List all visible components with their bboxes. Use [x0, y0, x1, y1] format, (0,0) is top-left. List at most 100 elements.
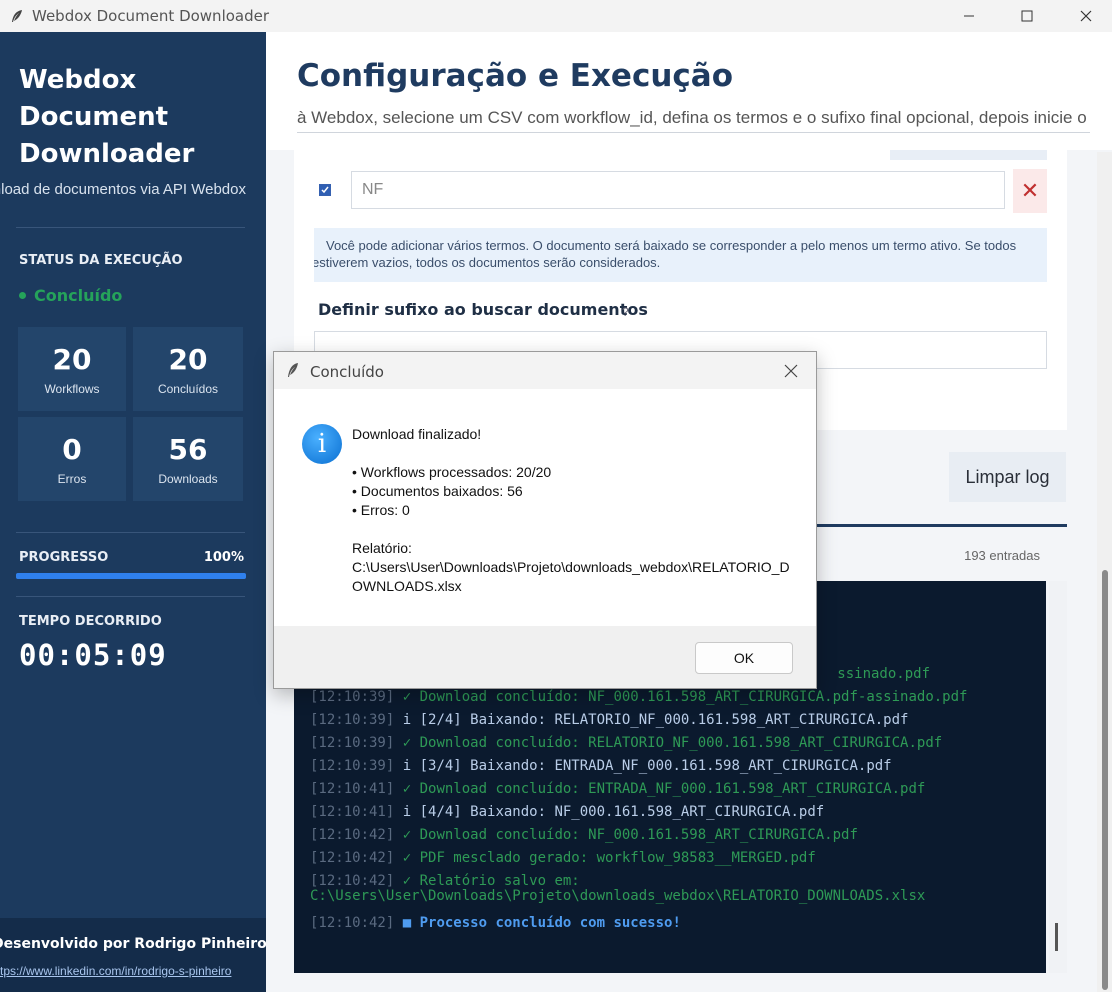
log-timestamp: [12:10:41] [310, 781, 395, 797]
log-line: [12:10:42] ✓ Relatório salvo em: [310, 873, 580, 889]
minimize-icon [964, 15, 974, 17]
log-text: i [4/4] Baixando: NF_000.161.598_ART_CIR… [402, 804, 825, 820]
log-line: [12:10:41] i [4/4] Baixando: NF_000.161.… [310, 804, 824, 820]
info-line: estiverem vazios, todos os documentos se… [314, 255, 661, 270]
dialog-footer: OK [274, 626, 816, 688]
log-line: [12:10:39] ✓ Download concluído: NF_000.… [310, 689, 967, 705]
stat-label: Erros [57, 472, 87, 486]
help-icon[interactable]: ? [622, 305, 629, 319]
status-value: Concluído [34, 286, 123, 305]
feather-icon [12, 10, 22, 22]
info-box: Você pode adicionar vários termos. O doc… [314, 228, 1047, 282]
divider [16, 227, 245, 228]
log-line: [12:10:42] ✓ PDF mesclado gerado: workfl… [310, 850, 816, 866]
info-line: Você pode adicionar vários termos. O doc… [326, 238, 1017, 253]
dialog-errors: • Erros: 0 [352, 502, 410, 518]
log-timestamp: [12:10:41] [310, 804, 395, 820]
stat-label: Concluídos [157, 382, 219, 396]
log-timestamp: [12:10:42] [310, 850, 395, 866]
maximize-icon [1021, 10, 1033, 22]
dialog-report-label: Relatório: [352, 540, 412, 556]
term-checkbox[interactable] [319, 184, 331, 196]
log-text: C:\Users\User\Downloads\Projeto\download… [310, 888, 926, 904]
log-text: ✓ Download concluído: NF_000.161.598_ART… [402, 827, 858, 843]
window-title: Webdox Document Downloader [32, 7, 270, 25]
log-text: ssinado.pdf [837, 666, 930, 682]
time-label: TEMPO DECORRIDO [19, 614, 162, 629]
remove-term-button[interactable]: ✕ [1013, 169, 1047, 213]
dialog-documents: • Documentos baixados: 56 [352, 483, 523, 499]
maximize-button[interactable] [1004, 0, 1050, 32]
dialog-titlebar: Concluído [274, 352, 816, 389]
app-subtitle: Download de documentos via API Webdox [0, 181, 246, 198]
page-title: Configuração e Execução [297, 58, 733, 94]
log-text: ✓ Download concluído: ENTRADA_NF_000.161… [402, 781, 926, 797]
progress-percent: 100% [203, 550, 244, 565]
log-line: [12:10:42] ■ Processo concluído com suce… [310, 915, 681, 931]
log-timestamp: [12:10:39] [310, 689, 395, 705]
dialog-title: Concluído [310, 363, 384, 381]
dialog-report-path: OWNLOADS.xlsx [352, 578, 462, 594]
sidebar-footer: Desenvolvido por Rodrigo Pinheiro https:… [0, 918, 266, 992]
log-timestamp: [12:10:42] [310, 827, 395, 843]
close-window-button[interactable] [1063, 0, 1109, 32]
developer-credit: Desenvolvido por Rodrigo Pinheiro [0, 936, 266, 952]
stat-workflows: 20 Workflows [18, 327, 126, 411]
main-scrollbar[interactable] [1097, 152, 1112, 992]
dialog-report-path: C:\Users\User\Downloads\Projeto\download… [352, 559, 790, 575]
log-timestamp: [12:10:42] [310, 915, 395, 931]
status-dot-icon [19, 292, 26, 299]
linkedin-link[interactable]: https://www.linkedin.com/in/rodrigo-s-pi… [0, 964, 231, 978]
stat-value: 0 [62, 433, 82, 466]
log-text: ■ Processo concluído com sucesso! [402, 915, 681, 931]
log-line: [12:10:39] i [3/4] Baixando: ENTRADA_NF_… [310, 758, 892, 774]
progress-label: PROGRESSO [19, 550, 109, 565]
log-line: [12:10:39] i [2/4] Baixando: RELATORIO_N… [310, 712, 908, 728]
log-line: [12:10:41] ✓ Download concluído: ENTRADA… [310, 781, 925, 797]
dialog-workflows: • Workflows processados: 20/20 [352, 464, 552, 480]
close-icon[interactable] [782, 362, 800, 380]
log-tab-underline [814, 524, 1067, 527]
sidebar: Webdox Document Downloader Download de d… [0, 32, 266, 992]
log-timestamp: [12:10:39] [310, 758, 395, 774]
elapsed-time: 00:05:09 [19, 638, 167, 672]
log-timestamp: [12:10:42] [310, 873, 395, 889]
stat-value: 20 [168, 343, 208, 376]
log-timestamp: [12:10:39] [310, 735, 395, 751]
check-icon [321, 186, 329, 194]
main-scroll-thumb[interactable] [1102, 570, 1108, 990]
log-scroll-thumb[interactable] [1055, 923, 1058, 951]
minimize-button[interactable] [946, 0, 992, 32]
log-line: [12:10:42] ✓ Download concluído: NF_000.… [310, 827, 858, 843]
page-description: à Webdox, selecione um CSV com workflow_… [297, 108, 1090, 133]
stat-value: 20 [52, 343, 92, 376]
log-text: ✓ Download concluído: NF_000.161.598_ART… [402, 689, 968, 705]
status-label: STATUS DA EXECUÇÃO [19, 253, 183, 268]
stat-label: Downloads [158, 472, 218, 486]
log-text: ✓ Relatório salvo em: [402, 873, 580, 889]
stat-downloads: 56 Downloads [133, 417, 243, 501]
clear-log-button[interactable]: Limpar log [949, 452, 1066, 502]
suffix-label: Definir sufixo ao buscar documentos [318, 300, 648, 319]
log-text: i [2/4] Baixando: RELATORIO_NF_000.161.5… [402, 712, 909, 728]
log-scrollbar[interactable] [1049, 581, 1067, 973]
ok-button[interactable]: OK [695, 642, 793, 674]
main-header: Configuração e Execução à Webdox, seleci… [266, 32, 1112, 150]
log-line: [12:10:39] ✓ Download concluído: RELATOR… [310, 735, 942, 751]
info-icon: i [302, 424, 342, 464]
app-subtitle-text: Download de documentos via API Webdox [0, 181, 246, 198]
log-text: ✓ PDF mesclado gerado: workflow_98583__M… [402, 850, 816, 866]
divider [16, 532, 245, 533]
completion-dialog: Concluído i Download finalizado! • Workf… [273, 351, 817, 689]
log-entry-count: 193 entradas [964, 548, 1040, 563]
log-line: ssinado.pdf [837, 666, 930, 682]
progress-fill [16, 573, 246, 579]
app-title: Webdox Document Downloader [19, 65, 195, 169]
close-icon: ✕ [1020, 178, 1040, 203]
add-term-button[interactable] [890, 150, 1047, 160]
term-input[interactable]: NF [351, 171, 1005, 209]
log-text: ✓ Download concluído: RELATORIO_NF_000.1… [402, 735, 943, 751]
stat-label: Workflows [44, 382, 100, 396]
stat-erros: 0 Erros [18, 417, 126, 501]
